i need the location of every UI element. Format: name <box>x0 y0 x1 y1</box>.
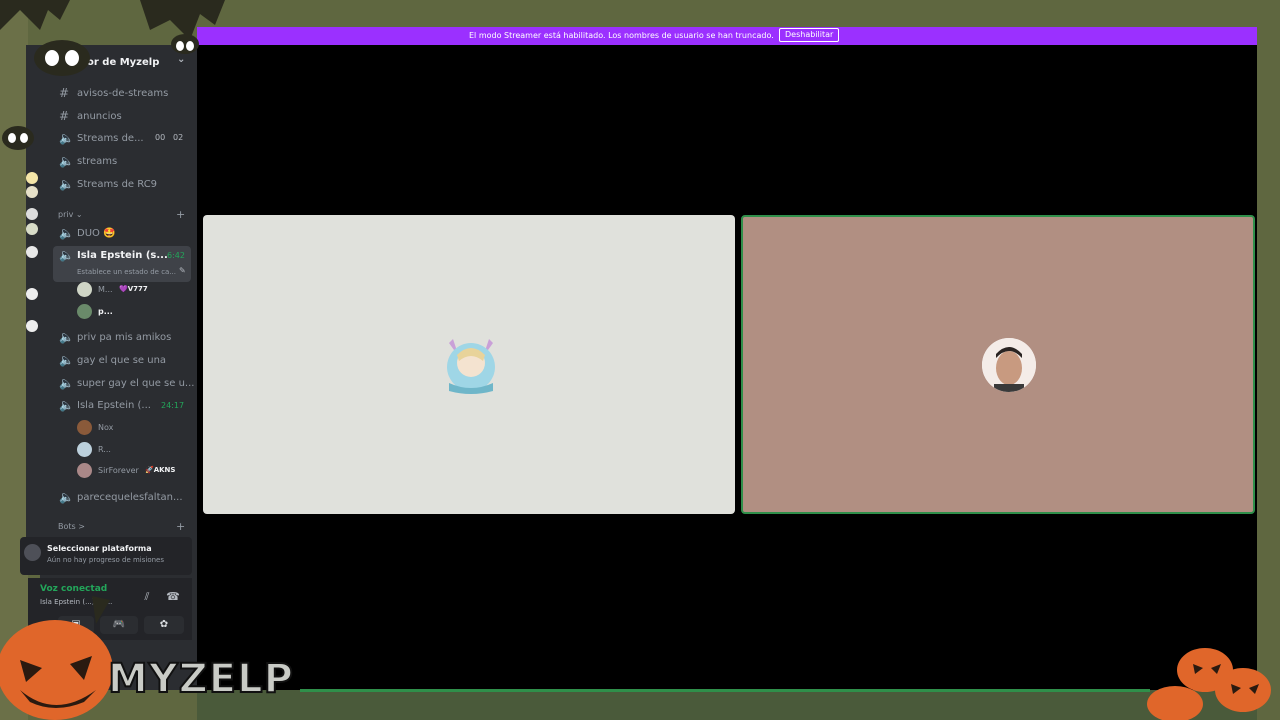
channel-super-gay[interactable]: 🔈 super gay el que se u... <box>53 374 195 394</box>
participant-tile[interactable] <box>203 215 735 514</box>
quest-subtitle: Aún no hay progreso de misiones <box>47 556 165 564</box>
avatar <box>77 282 92 297</box>
server-icon[interactable] <box>26 246 38 258</box>
overlay-accent-line <box>300 689 1150 692</box>
user-name: Nox <box>98 423 114 432</box>
participant-tile-speaking[interactable] <box>741 215 1255 514</box>
channel-label: streams <box>77 156 118 167</box>
channel-label: avisos-de-streams <box>77 88 169 99</box>
server-icon[interactable] <box>26 186 38 198</box>
speaker-icon: 🔈 <box>59 398 74 412</box>
channel-parecequelesfaltan[interactable]: 🔈 parecequelesfaltan... <box>53 488 191 508</box>
call-timer: 24:17 <box>161 401 185 410</box>
streamer-mode-banner: El modo Streamer está habilitado. Los no… <box>197 27 1257 45</box>
channel-label: super gay el que se u... <box>77 378 195 389</box>
channel-label: anuncios <box>77 111 122 122</box>
channel-count-badge: 00 <box>155 133 166 142</box>
server-icon[interactable] <box>26 223 38 235</box>
avatar <box>77 463 92 478</box>
channel-streams-de[interactable]: 🔈 Streams de... 00 02 <box>53 129 191 149</box>
channel-label: priv pa mis amikos <box>77 332 172 343</box>
category-priv[interactable]: priv ⌄ <box>58 210 83 219</box>
speaker-icon: 🔈 <box>59 177 74 191</box>
channel-count-badge: 02 <box>173 133 184 142</box>
overlay-bottom-strip <box>197 690 1257 720</box>
speaker-icon: 🔈 <box>59 353 74 367</box>
pencil-icon[interactable]: ✎ <box>179 266 186 275</box>
pumpkin-decoration-icon <box>0 596 113 720</box>
speaker-icon: 🔈 <box>59 376 74 390</box>
server-icon[interactable] <box>26 208 38 220</box>
channel-duo[interactable]: 🔈 DUO 🤩 <box>53 224 191 244</box>
speaker-icon: 🔈 <box>59 226 74 240</box>
server-icon[interactable] <box>26 288 38 300</box>
add-channel-icon[interactable]: + <box>176 520 185 533</box>
disable-streamer-mode-button[interactable]: Deshabilitar <box>779 28 840 42</box>
user-name: M... <box>98 285 113 294</box>
channel-isla-epstein-2[interactable]: 🔈 Isla Epstein (... 24:17 <box>53 396 191 416</box>
server-icon[interactable] <box>26 172 38 184</box>
channel-label: Streams de... <box>77 133 144 144</box>
category-bots[interactable]: Bots > <box>58 522 85 531</box>
speaker-icon: 🔈 <box>59 330 74 344</box>
channel-label: Isla Epstein (... <box>77 400 151 411</box>
call-timer: 6:42 <box>167 251 185 260</box>
participant-avatar <box>982 338 1036 392</box>
hash-icon: # <box>59 86 70 100</box>
channel-streams[interactable]: 🔈 streams <box>53 152 191 172</box>
channel-priv-pa-mis-amikos[interactable]: 🔈 priv pa mis amikos <box>53 328 191 348</box>
channel-avisos-de-streams[interactable]: # avisos-de-streams <box>53 84 191 104</box>
user-name: SirForever <box>98 466 139 475</box>
speaker-icon: 🔈 <box>59 131 74 145</box>
disconnect-icon[interactable]: ☎ <box>166 590 180 604</box>
quest-title: Seleccionar plataforma <box>47 544 152 553</box>
speaker-icon: 🔈 <box>59 248 74 262</box>
speaker-icon: 🔈 <box>59 154 74 168</box>
channel-status[interactable]: Establece un estado de ca... <box>77 268 176 276</box>
channel-streams-de-rc9[interactable]: 🔈 Streams de RC9 <box>53 175 191 195</box>
channel-anuncios[interactable]: # anuncios <box>53 107 191 127</box>
user-name: p... <box>98 307 113 316</box>
quest-icon <box>24 544 41 561</box>
user-tag: 💜V777 <box>119 285 148 293</box>
channel-gay-el-que-se-una[interactable]: 🔈 gay el que se una <box>53 351 191 371</box>
channel-label: gay el que se una <box>77 355 167 366</box>
participant-avatar <box>447 339 495 394</box>
server-icon[interactable] <box>26 320 38 332</box>
channel-label: DUO 🤩 <box>77 228 116 239</box>
user-tag: 🚀AKNS <box>145 466 176 474</box>
quest-panel[interactable]: Seleccionar plataforma Aún no hay progre… <box>20 537 192 575</box>
user-name: R... <box>98 445 111 454</box>
add-channel-icon[interactable]: + <box>176 208 185 221</box>
avatar <box>77 442 92 457</box>
channel-label: Streams de RC9 <box>77 179 158 190</box>
banner-message: El modo Streamer está habilitado. Los no… <box>469 31 774 40</box>
bat-decoration-icon <box>0 0 225 76</box>
avatar <box>77 420 92 435</box>
channel-isla-epstein-active[interactable]: 🔈 Isla Epstein (s... 6:42 Establece un e… <box>53 246 191 282</box>
avatar <box>77 304 92 319</box>
channel-label: Isla Epstein (s... <box>77 250 168 261</box>
bat-decoration-icon <box>2 126 34 150</box>
noise-suppression-icon[interactable]: ⫽ <box>140 590 154 604</box>
streamer-logo-text: MYZELP <box>107 655 294 703</box>
hash-icon: # <box>59 109 70 123</box>
soundboard-button[interactable]: ✿ <box>144 616 184 634</box>
pumpkin-decoration-icon <box>1147 648 1271 720</box>
channel-label: parecequelesfaltan... <box>77 492 183 503</box>
speaker-icon: 🔈 <box>59 490 74 504</box>
